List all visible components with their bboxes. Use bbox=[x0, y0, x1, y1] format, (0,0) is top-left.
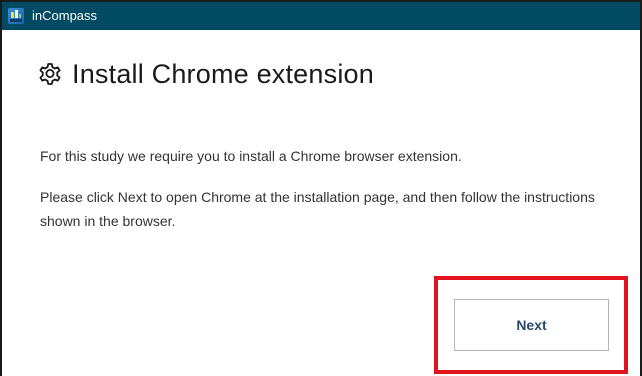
page-title: Install Chrome extension bbox=[72, 58, 374, 89]
next-button[interactable]: Next bbox=[454, 299, 609, 351]
app-window: inCompass Install Chrome extension For t… bbox=[0, 0, 642, 376]
incompass-app-icon bbox=[8, 8, 24, 24]
page-heading: Install Chrome extension bbox=[36, 54, 374, 94]
instruction-text-2: Please click Next to open Chrome at the … bbox=[40, 189, 595, 229]
instruction-text-1: For this study we require you to install… bbox=[40, 148, 462, 164]
window-title: inCompass bbox=[32, 8, 98, 23]
gear-icon bbox=[39, 63, 61, 85]
title-bar[interactable]: inCompass bbox=[2, 2, 640, 30]
